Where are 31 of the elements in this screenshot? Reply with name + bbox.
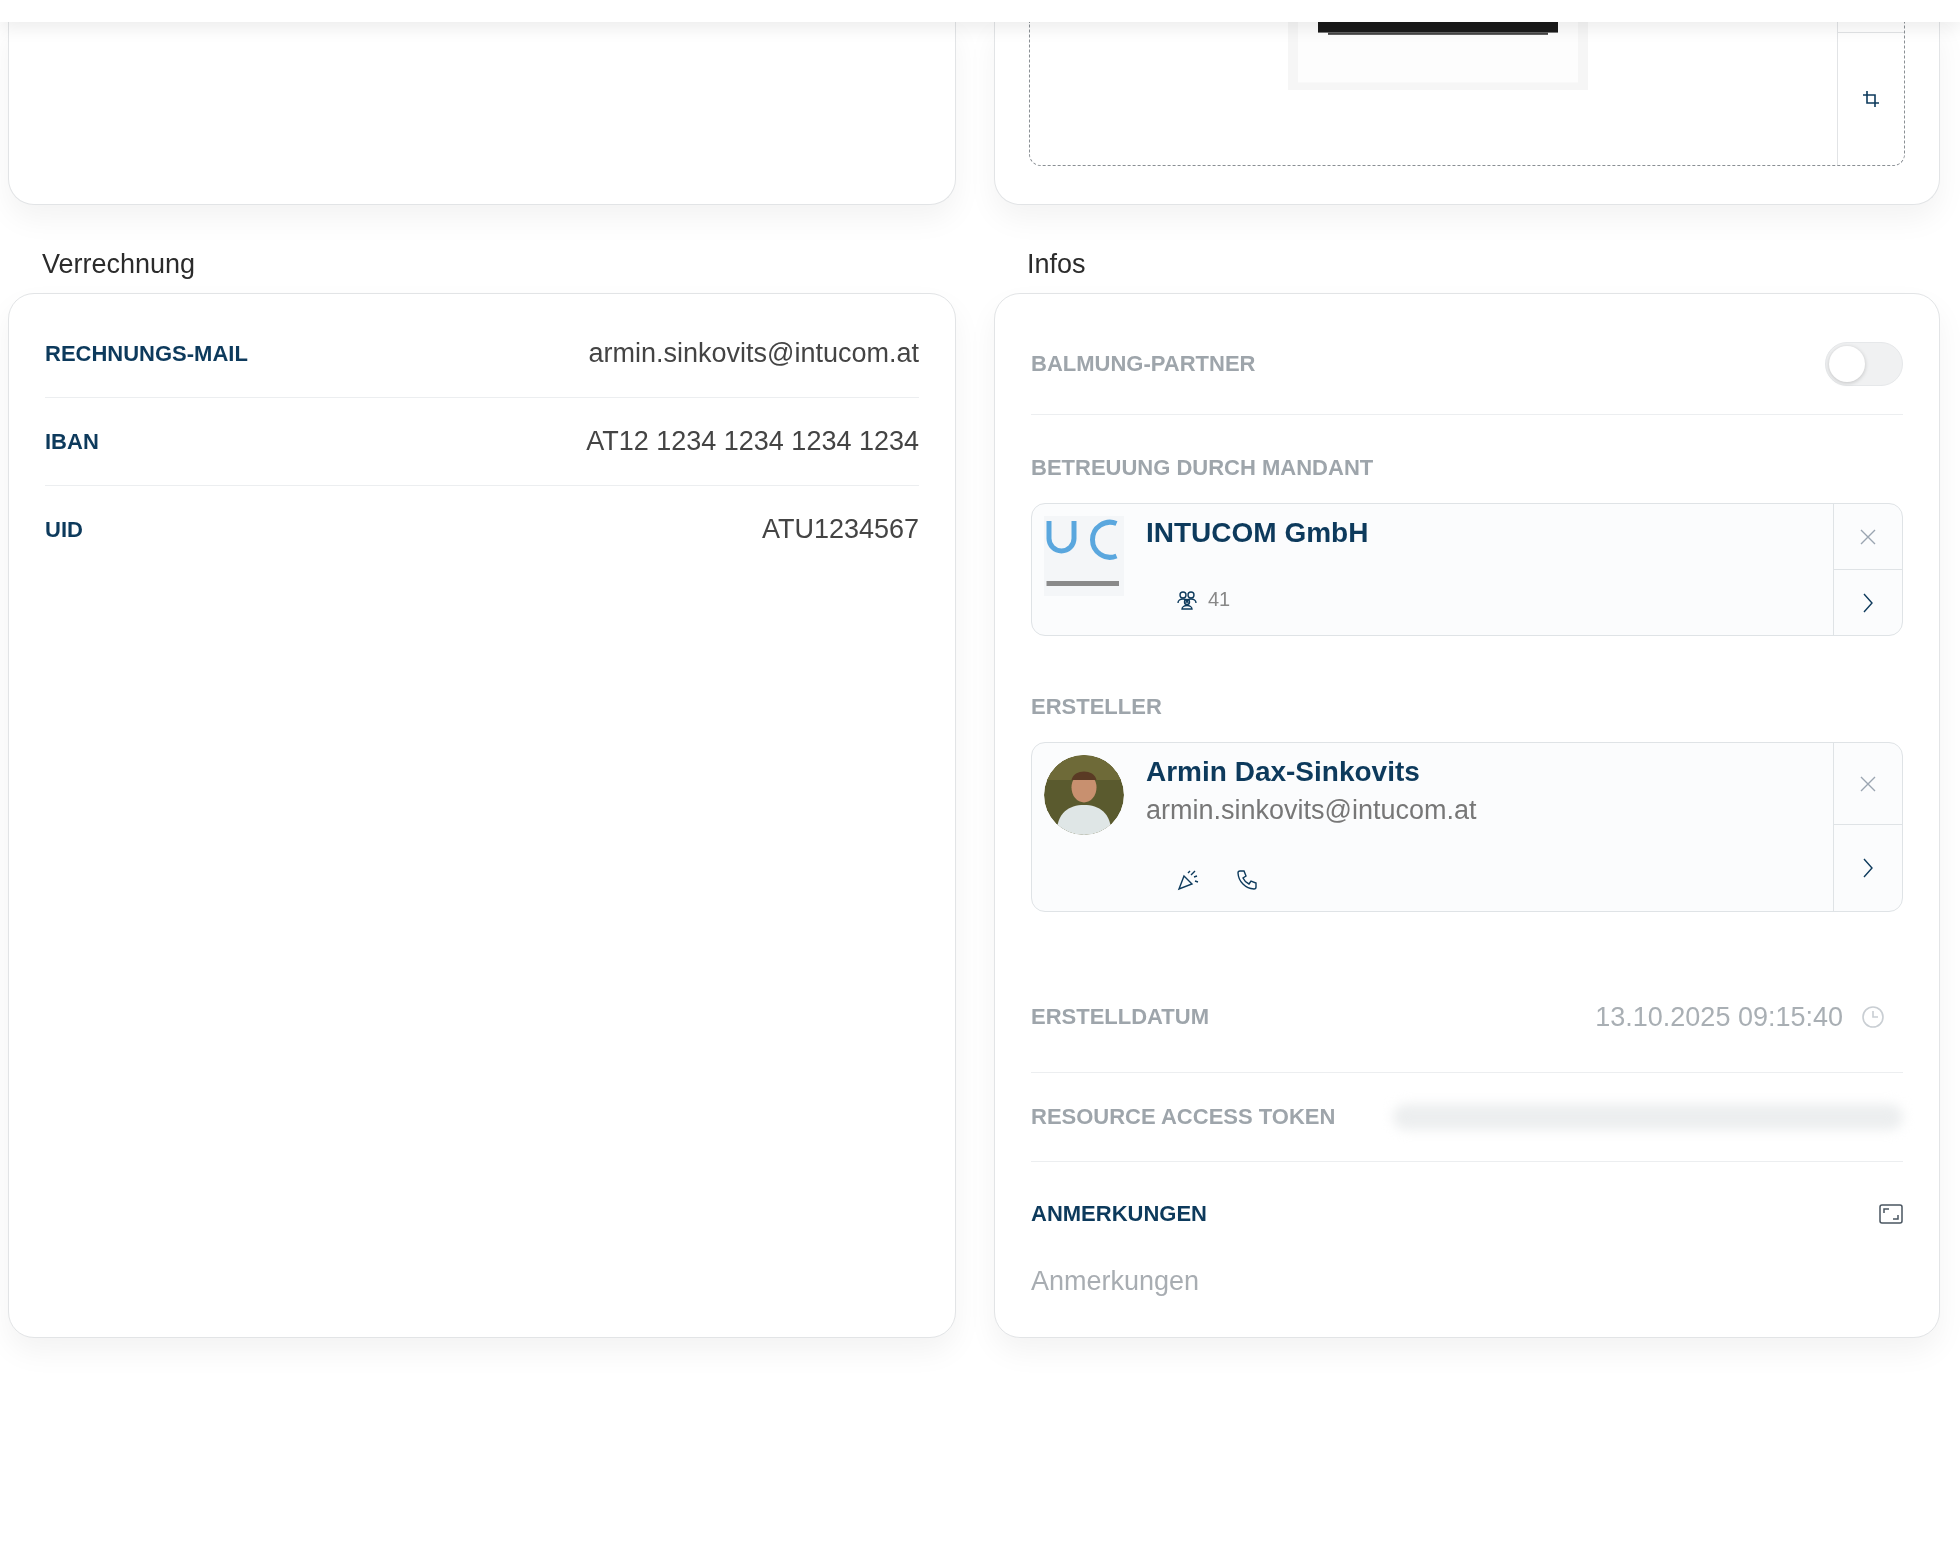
section-title: Infos: [1026, 248, 1087, 281]
expand-icon[interactable]: [1879, 1204, 1903, 1224]
field-label: RECHNUNGS-MAIL: [45, 340, 248, 367]
crop-icon: [1861, 89, 1881, 109]
party-popper-icon[interactable]: [1176, 869, 1200, 891]
field-label: ERSTELLDATUM: [1031, 1004, 1210, 1030]
member-count: 41: [1208, 588, 1231, 611]
notes-field[interactable]: Anmerkungen: [1031, 1266, 1903, 1326]
field-value: AT12 1234 1234 1234 1234: [586, 426, 919, 457]
field-label: BALMUNG-PARTNER: [1031, 351, 1256, 377]
date-value: 13.10.2025 09:15:40: [1595, 1001, 1843, 1033]
field-label: ERSTELLER: [1031, 694, 1163, 720]
clock-icon: [1861, 1005, 1885, 1029]
user-email: armin.sinkovits@intucom.at: [1146, 795, 1478, 826]
field-label: UID: [45, 516, 83, 543]
field-value: armin.sinkovits@intucom.at: [588, 338, 919, 369]
field-label: ANMERKUNGEN: [1031, 1201, 1207, 1227]
logo-dropzone[interactable]: [1029, 22, 1905, 166]
field-label: IBAN: [45, 428, 99, 455]
user-name: Armin Dax-Sinkovits: [1146, 755, 1421, 789]
field-label: RESOURCE ACCESS TOKEN: [1031, 1104, 1336, 1130]
field-label: BETREUUNG DURCH MANDANT: [1031, 455, 1375, 481]
section-title: Verrechnung: [41, 248, 197, 281]
field-value: ATU1234567: [761, 514, 919, 545]
company-name: INTUCOM GmbH: [1146, 516, 1370, 550]
chevron-right-icon: [1862, 591, 1874, 614]
phone-icon[interactable]: [1236, 869, 1258, 891]
close-icon: [1859, 527, 1877, 546]
users-icon: [1176, 589, 1198, 610]
chevron-right-icon: [1862, 857, 1874, 879]
close-icon: [1859, 774, 1877, 793]
